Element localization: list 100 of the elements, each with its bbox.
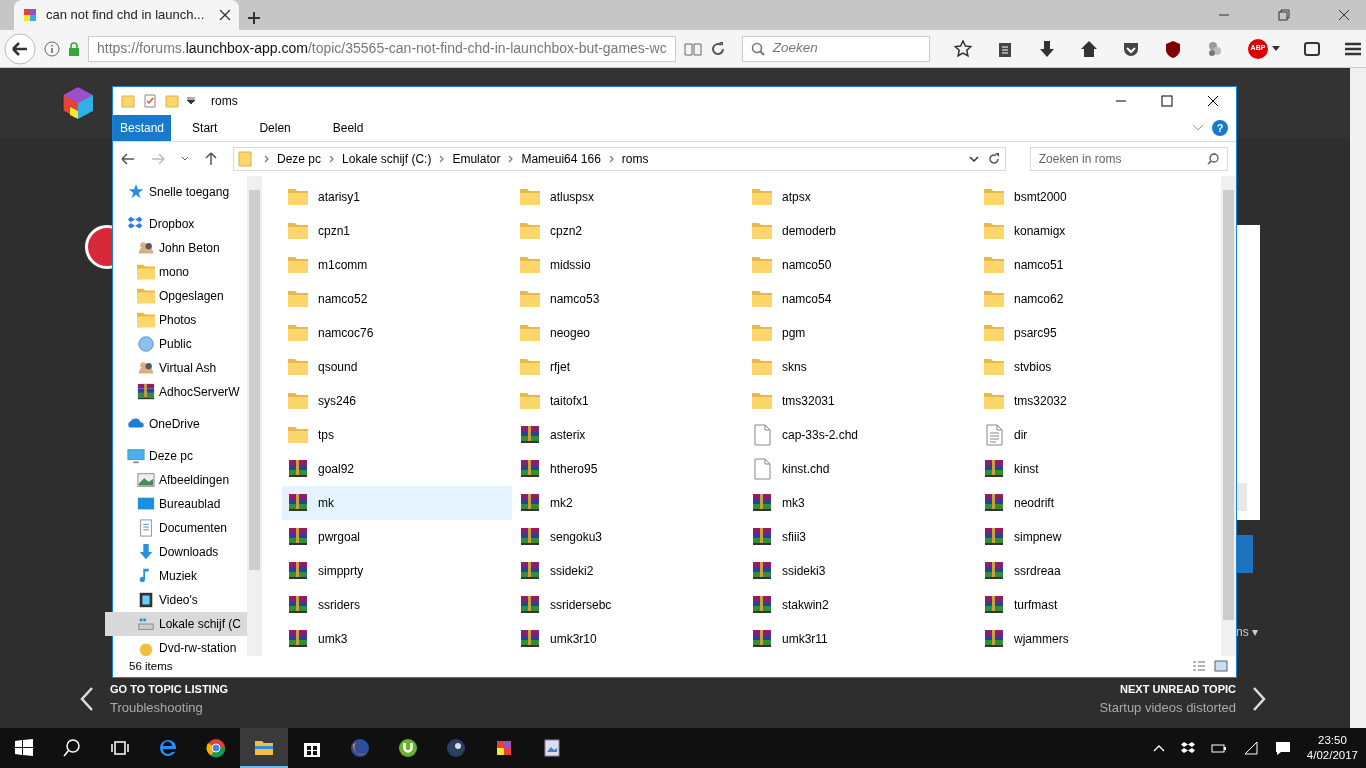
file-item[interactable]: ssrdreaa — [978, 553, 1208, 588]
shield-icon[interactable] — [1164, 39, 1182, 58]
file-item[interactable]: rfjet — [514, 349, 744, 384]
caret-icon[interactable] — [1272, 45, 1280, 52]
reader-icon[interactable] — [683, 41, 702, 56]
file-item[interactable]: hthero95 — [514, 451, 744, 486]
close-icon[interactable] — [1207, 95, 1219, 108]
balls-icon[interactable] — [1206, 39, 1224, 58]
sidebar-item[interactable]: Dvd-rw-station — [105, 635, 247, 656]
file-item[interactable]: atluspsx — [514, 179, 744, 214]
caret-icon[interactable] — [187, 97, 195, 106]
sidebar-item[interactable]: Lokale schijf (C — [105, 611, 247, 636]
file-item[interactable]: kinst — [978, 451, 1208, 486]
sidebar-item[interactable]: Muziek — [105, 563, 247, 588]
file-item[interactable]: demoderb — [746, 213, 976, 248]
u-logo-icon[interactable] — [398, 738, 418, 758]
file-item[interactable]: kinst.chd — [746, 451, 976, 486]
sidebar-item[interactable]: Dropbox — [105, 211, 247, 236]
scrollbar[interactable] — [247, 175, 262, 656]
file-item[interactable]: pgm — [746, 315, 976, 350]
file-item[interactable]: dir — [978, 417, 1208, 452]
file-item[interactable]: simpprty — [282, 553, 512, 588]
file-item[interactable]: sengoku3 — [514, 519, 744, 554]
file-item[interactable]: neogeo — [514, 315, 744, 350]
file-item[interactable]: midssio — [514, 247, 744, 282]
battery-icon[interactable] — [1210, 742, 1227, 754]
file-item[interactable]: cap-33s-2.chd — [746, 417, 976, 452]
next-topic-link[interactable]: Startup videos distorted — [1099, 697, 1236, 717]
chevron-right-icon[interactable] — [1252, 686, 1266, 712]
file-item[interactable]: namco62 — [978, 281, 1208, 316]
sidebar-item[interactable]: Opgeslagen — [105, 283, 247, 308]
box-icon[interactable] — [1180, 741, 1195, 755]
sidebar-item[interactable]: Documenten — [105, 515, 247, 540]
home-icon[interactable] — [1080, 39, 1098, 58]
file-item[interactable]: turfmast — [978, 587, 1208, 622]
file-item[interactable]: namco52 — [282, 281, 512, 316]
refresh-icon[interactable] — [986, 152, 1001, 167]
menu-icon[interactable] — [1344, 40, 1362, 57]
back-icon[interactable] — [121, 153, 135, 166]
info-icon[interactable] — [44, 40, 60, 57]
file-item[interactable]: sys246 — [282, 383, 512, 418]
address-field[interactable]: https://forums.launchbox-app.com/topic/35565-can-not-find-chd-in-launchbox-but-games-wc — [88, 35, 676, 62]
up-icon[interactable] — [205, 152, 217, 167]
ribbon-tab[interactable]: Start — [171, 115, 239, 142]
file-item[interactable]: namco53 — [514, 281, 744, 316]
breadcrumb-item[interactable]: Mameui64 166 — [521, 150, 601, 169]
sidebar-item[interactable]: Bureaublad — [105, 491, 247, 516]
cube-icon[interactable] — [494, 738, 514, 758]
large-icons-view-icon[interactable] — [1214, 660, 1228, 673]
file-item[interactable]: atpsx — [746, 179, 976, 214]
help-button[interactable]: ? — [1212, 120, 1228, 137]
properties-icon[interactable] — [143, 94, 157, 109]
round-logo-icon[interactable] — [446, 738, 466, 758]
file-item[interactable]: qsound — [282, 349, 512, 384]
file-item[interactable]: tms32032 — [978, 383, 1208, 418]
breadcrumb-item[interactable]: Lokale schijf (C:) — [342, 150, 432, 169]
search-field[interactable]: Zoeken in roms — [1029, 147, 1228, 172]
back-icon[interactable] — [4, 32, 36, 65]
file-item[interactable]: cpzn1 — [282, 213, 512, 248]
browser-tab[interactable]: can not find chd in launch... — [14, 0, 239, 30]
file-item[interactable]: skns — [746, 349, 976, 384]
file-item[interactable]: atarisy1 — [282, 179, 512, 214]
file-item[interactable]: goal92 — [282, 451, 512, 486]
breadcrumb-item[interactable]: Emulator — [452, 150, 501, 169]
sidebar-item[interactable]: Afbeeldingen — [105, 467, 247, 492]
file-item[interactable]: umk3r11 — [746, 621, 976, 656]
breadcrumb-item[interactable]: roms — [621, 150, 649, 169]
file-item[interactable]: cpzn2 — [514, 213, 744, 248]
file-item[interactable]: namco51 — [978, 247, 1208, 282]
close-icon[interactable] — [219, 9, 231, 21]
sidebar-item[interactable]: OneDrive — [105, 411, 247, 436]
file-item[interactable]: stakwin2 — [746, 587, 976, 622]
restore-icon[interactable] — [1278, 9, 1290, 21]
reload-icon[interactable] — [709, 40, 726, 57]
picture-icon[interactable] — [542, 738, 562, 758]
ribbon-tab[interactable]: Beeld — [311, 115, 385, 142]
file-item[interactable]: namco54 — [746, 281, 976, 316]
close-icon[interactable] — [1338, 9, 1350, 21]
file-item[interactable]: taitofx1 — [514, 383, 744, 418]
file-item[interactable]: mk — [282, 485, 512, 520]
file-item[interactable]: mk2 — [514, 485, 744, 520]
search-icon[interactable] — [62, 738, 82, 758]
page-scrollbar[interactable] — [1350, 68, 1366, 728]
file-item[interactable]: mk3 — [746, 485, 976, 520]
sidebar-item[interactable]: John Beton — [105, 235, 247, 260]
chevron-down-icon[interactable] — [181, 156, 189, 163]
sidebar-item[interactable]: AdhocServerW — [105, 379, 247, 404]
windows-logo-icon[interactable] — [14, 738, 34, 758]
file-item[interactable]: ssideki3 — [746, 553, 976, 588]
file-item[interactable]: neodrift — [978, 485, 1208, 520]
scrollbar[interactable] — [1221, 175, 1236, 656]
e-logo-icon[interactable] — [158, 738, 178, 758]
file-item[interactable]: tms32031 — [746, 383, 976, 418]
cube-logo-icon[interactable] — [62, 86, 94, 120]
file-item[interactable]: ssideki2 — [514, 553, 744, 588]
file-item[interactable]: tps — [282, 417, 512, 452]
file-item[interactable]: wjammers — [978, 621, 1208, 656]
sidebar-item[interactable]: Virtual Ash — [105, 355, 247, 380]
download-icon[interactable] — [1038, 39, 1056, 58]
sidebar-item[interactable]: Public — [105, 331, 247, 356]
